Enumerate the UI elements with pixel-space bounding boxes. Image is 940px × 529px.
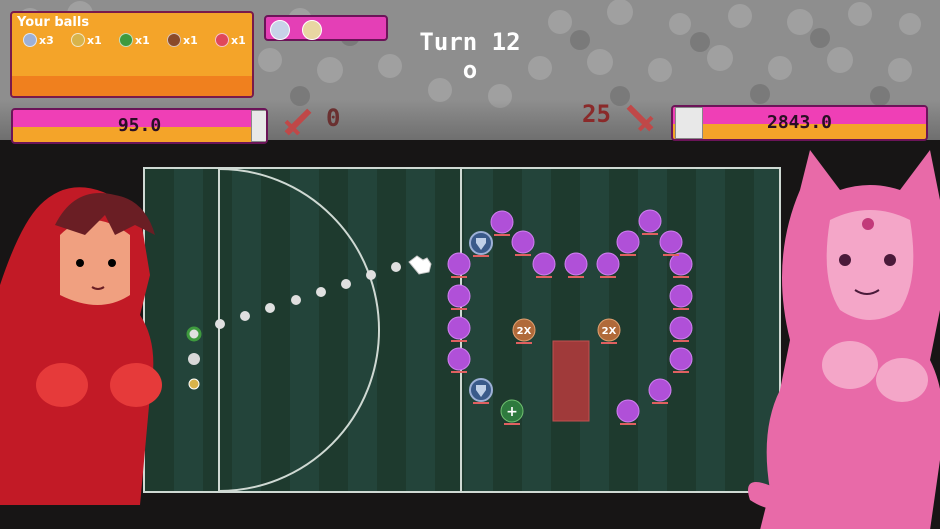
shield-peg-icon — [469, 378, 493, 404]
center-obstacle-block — [552, 340, 590, 422]
shield-peg-icon — [469, 231, 493, 257]
pointer-hand-icon — [408, 255, 432, 275]
plus-label: + — [506, 404, 518, 420]
enemy-character-portrait — [748, 150, 940, 529]
multiplier-label: 2X — [602, 326, 617, 337]
plus-peg: + — [500, 399, 524, 425]
multiplier-label: 2X — [517, 326, 532, 337]
multiplier-peg: 2X — [512, 318, 536, 344]
launcher-balls[interactable] — [186, 326, 202, 390]
multiplier-peg: 2X — [597, 318, 621, 344]
aim-trajectory — [215, 262, 401, 329]
player-character-portrait — [0, 187, 162, 505]
